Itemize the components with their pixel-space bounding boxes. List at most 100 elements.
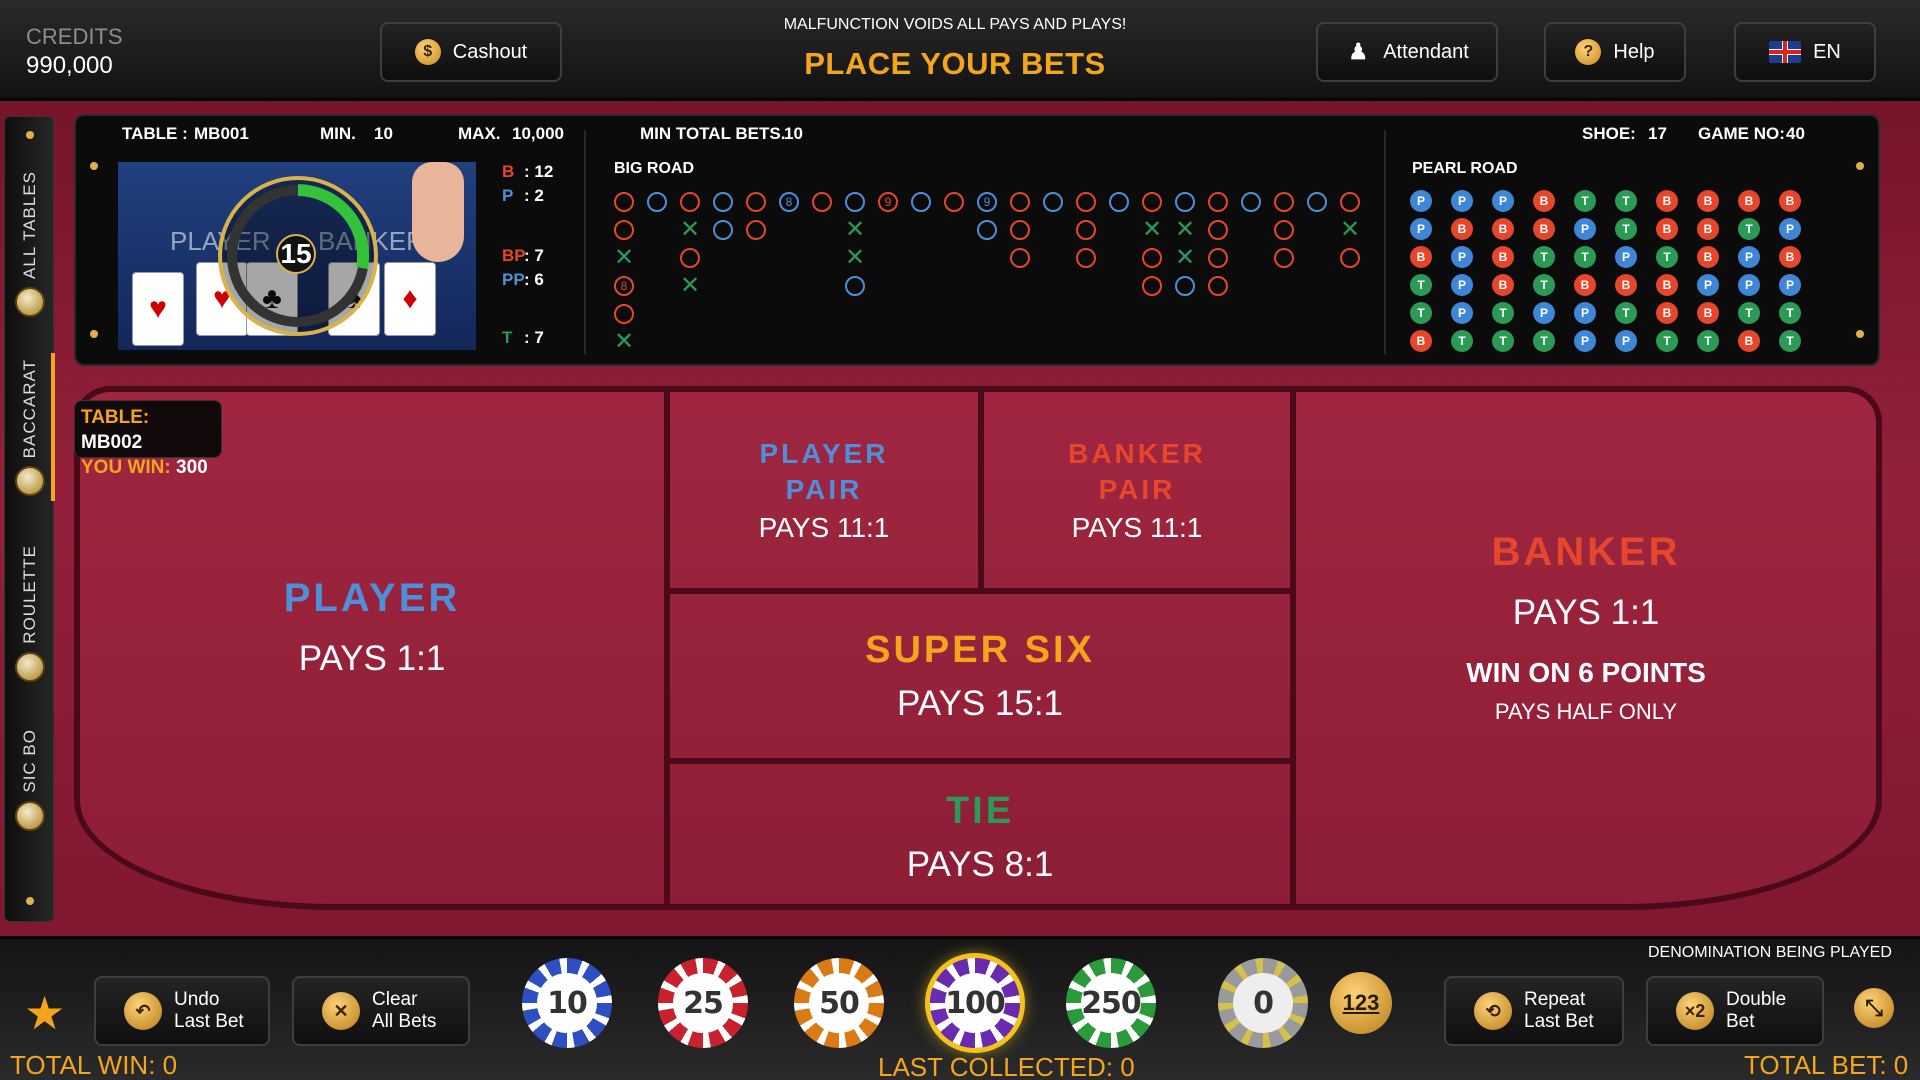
pearl-bead: P: [1451, 190, 1473, 212]
pearl-bead: B: [1533, 190, 1555, 212]
chip-value: 25: [673, 973, 733, 1033]
baccarat-icon: [15, 466, 45, 497]
pearl-bead: P: [1697, 274, 1719, 296]
game-no-label: GAME NO:: [1698, 124, 1785, 143]
nav-item-sic-bo[interactable]: SIC BO: [5, 729, 55, 831]
cashout-button[interactable]: $ Cashout: [380, 22, 562, 82]
pearl-bead: T: [1492, 302, 1514, 324]
tie-mark: ✕: [680, 216, 701, 243]
credits-label: CREDITS: [26, 24, 123, 49]
pearl-bead: P: [1410, 190, 1432, 212]
player-pair-bet-area[interactable]: PLAYER PAIR PAYS 11:1: [670, 392, 978, 588]
tie-mark: ✕: [845, 244, 866, 271]
clear-all-bets-button[interactable]: ✕ Clear All Bets: [292, 976, 470, 1046]
player-pair-pays: PAYS 11:1: [758, 512, 890, 543]
pearl-bead: P: [1574, 330, 1596, 352]
help-button[interactable]: ? Help: [1544, 22, 1686, 82]
pearl-bead: P: [1574, 302, 1596, 324]
table-label: TABLE :: [122, 124, 188, 143]
repeat-line1: Repeat: [1524, 989, 1586, 1010]
dollar-icon: $: [414, 39, 441, 65]
attendant-icon: ♟: [1348, 39, 1369, 64]
nav-item-label: BACCARAT: [20, 359, 39, 459]
tie-mark: ✕: [1175, 216, 1196, 243]
pearl-bead: P: [1410, 218, 1432, 240]
nav-item-label: ROULETTE: [20, 545, 39, 644]
fullscreen-icon[interactable]: ⤡: [1854, 988, 1894, 1028]
pearl-bead: B: [1656, 218, 1678, 240]
banker-note-sub: PAYS HALF ONLY: [1494, 698, 1678, 724]
pearl-bead: B: [1738, 190, 1760, 212]
playing-card: ♥: [132, 272, 184, 346]
chip-250[interactable]: 250: [1066, 958, 1156, 1048]
clear-icon: ✕: [322, 992, 360, 1030]
live-video: PLAYER BANKER ♥ ♥ ♣ ♠ ♦ 15: [118, 162, 476, 350]
banker-bet-area[interactable]: BANKER PAYS 1:1 WIN ON 6 POINTS PAYS HAL…: [1296, 392, 1876, 862]
clear-line2: All Bets: [372, 1011, 437, 1032]
chip-100-selected[interactable]: 100: [930, 958, 1020, 1048]
chip-custom[interactable]: 0: [1218, 958, 1308, 1048]
min-label: MIN.: [320, 124, 356, 143]
max-label: MAX.: [458, 124, 501, 143]
nav-item-label: ALL TABLES: [20, 171, 39, 279]
language-button[interactable]: EN: [1734, 22, 1876, 82]
player-mark: 8: [779, 192, 799, 212]
pearl-bead: B: [1779, 190, 1801, 212]
nav-item-all-tables[interactable]: ALL TABLES: [5, 171, 55, 317]
attendant-button[interactable]: ♟ Attendant: [1316, 22, 1498, 82]
player-pair-line1: PLAYER: [759, 438, 889, 469]
player-count-label: P: [502, 186, 514, 205]
player-count-value: : 2: [524, 186, 544, 205]
pearl-bead: T: [1779, 330, 1801, 352]
nav-item-roulette[interactable]: ROULETTE: [5, 545, 55, 682]
super-six-bet-area[interactable]: SUPER SIX PAYS 15:1: [670, 594, 1290, 758]
banker-mark: [1208, 248, 1228, 268]
pearl-bead: B: [1410, 246, 1432, 268]
banker-pair-line1: BANKER: [1068, 438, 1206, 469]
double-bet-button[interactable]: ×2 Double Bet: [1646, 976, 1824, 1046]
chip-value: 0: [1233, 973, 1293, 1033]
dice-icon: [15, 800, 45, 831]
chip-10[interactable]: 10: [522, 958, 612, 1048]
pearl-bead: T: [1574, 190, 1596, 212]
player-mark: [1175, 276, 1195, 296]
repeat-last-bet-button[interactable]: ⟲ Repeat Last Bet: [1444, 976, 1624, 1046]
undo-last-bet-button[interactable]: ↶ Undo Last Bet: [94, 976, 270, 1046]
banker-mark: [1076, 192, 1096, 212]
win-amount-label: YOU WIN:: [81, 457, 171, 478]
pearl-bead: B: [1697, 246, 1719, 268]
chip-value: 50: [809, 973, 869, 1033]
win-table-value: MB002: [81, 432, 143, 453]
playing-card: ♦: [384, 262, 436, 336]
nav-item-baccarat[interactable]: BACCARAT: [5, 359, 55, 497]
banker-mark: [746, 220, 766, 240]
tie-mark: ✕: [680, 272, 701, 299]
denomination-label: DENOMINATION BEING PLAYED: [1648, 944, 1892, 961]
chip-25[interactable]: 25: [658, 958, 748, 1048]
pearl-bead: B: [1492, 218, 1514, 240]
banker-mark: [944, 192, 964, 212]
pearl-bead: T: [1615, 190, 1637, 212]
banker-pair-bet-area[interactable]: BANKER PAIR PAYS 11:1: [984, 392, 1290, 588]
clear-line1: Clear: [372, 989, 418, 1010]
pearl-road-grid: PPPBTTBBBBPBBBPTBBTPBPBTTPTBPBTPBTBBBPPP…: [1410, 190, 1810, 352]
banker-bet-title: BANKER: [1491, 529, 1681, 574]
player-mark: [647, 192, 667, 212]
banker-mark: [1340, 248, 1360, 268]
language-label: EN: [1813, 40, 1841, 63]
cashout-label: Cashout: [452, 40, 528, 63]
panel-rivet: [90, 330, 98, 338]
game-status: PLACE YOUR BETS: [804, 46, 1106, 81]
help-label: Help: [1613, 40, 1655, 63]
chip-50[interactable]: 50: [794, 958, 884, 1048]
super-six-pays: PAYS 15:1: [896, 683, 1064, 723]
tie-bet-area[interactable]: TIE PAYS 8:1: [670, 764, 1290, 910]
favorite-star-icon[interactable]: ★: [24, 986, 65, 1040]
numeric-chip-button[interactable]: 123: [1330, 972, 1392, 1034]
roadmap-panel: TABLE : MB001 MIN. 10 MAX. 10,000 MIN TO…: [74, 114, 1880, 366]
nav-rivet: [26, 897, 34, 905]
banker-mark: [1142, 192, 1162, 212]
pearl-bead: T: [1697, 330, 1719, 352]
banker-mark: [1274, 192, 1294, 212]
banker-pair-count-value: : 7: [524, 246, 544, 265]
